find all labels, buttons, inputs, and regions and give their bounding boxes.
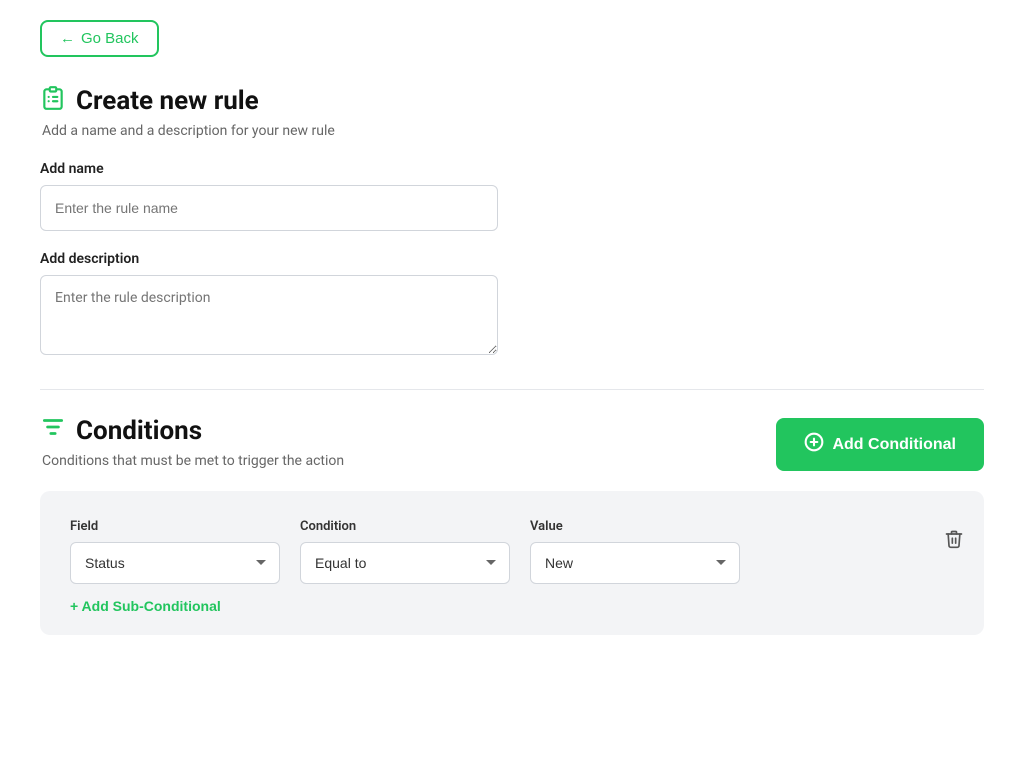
- description-field-group: Add description: [40, 251, 984, 379]
- field-group: Field Status: [70, 519, 280, 584]
- field-select[interactable]: Status: [70, 542, 280, 584]
- field-label: Field: [70, 519, 280, 534]
- conditions-heading: Conditions: [40, 414, 344, 447]
- create-rule-header: Create new rule: [40, 85, 984, 117]
- clipboard-icon: [40, 85, 66, 117]
- add-conditional-label: Add Conditional: [832, 436, 956, 454]
- conditions-section-header: Conditions Conditions that must be met t…: [40, 414, 984, 471]
- name-label: Add name: [40, 161, 984, 177]
- plus-circle-icon: [804, 432, 824, 457]
- condition-label: Condition: [300, 519, 510, 534]
- conditions-title-group: Conditions Conditions that must be met t…: [40, 414, 344, 469]
- add-sub-conditional-label: + Add Sub-Conditional: [70, 598, 221, 614]
- value-select[interactable]: New: [530, 542, 740, 584]
- go-back-label: Go Back: [81, 30, 139, 47]
- value-label: Value: [530, 519, 740, 534]
- delete-condition-button[interactable]: [934, 519, 974, 564]
- trash-icon: [944, 529, 964, 554]
- description-label: Add description: [40, 251, 984, 267]
- page-title: Create new rule: [76, 86, 259, 116]
- section-divider: [40, 389, 984, 390]
- add-sub-conditional-button[interactable]: + Add Sub-Conditional: [70, 588, 221, 614]
- conditions-card: Field Status Condition Equal to Value Ne…: [40, 491, 984, 635]
- rule-name-input[interactable]: [40, 185, 498, 231]
- condition-row: Field Status Condition Equal to Value Ne…: [70, 519, 954, 584]
- arrow-left-icon: ←: [60, 30, 75, 47]
- conditions-subtitle: Conditions that must be met to trigger t…: [42, 453, 344, 469]
- condition-select[interactable]: Equal to: [300, 542, 510, 584]
- rule-description-input[interactable]: [40, 275, 498, 355]
- value-group: Value New: [530, 519, 740, 584]
- page-subtitle: Add a name and a description for your ne…: [42, 123, 984, 139]
- go-back-button[interactable]: ← Go Back: [40, 20, 159, 57]
- name-field-group: Add name: [40, 161, 984, 251]
- add-conditional-button[interactable]: Add Conditional: [776, 418, 984, 471]
- condition-group: Condition Equal to: [300, 519, 510, 584]
- filter-icon: [40, 414, 66, 447]
